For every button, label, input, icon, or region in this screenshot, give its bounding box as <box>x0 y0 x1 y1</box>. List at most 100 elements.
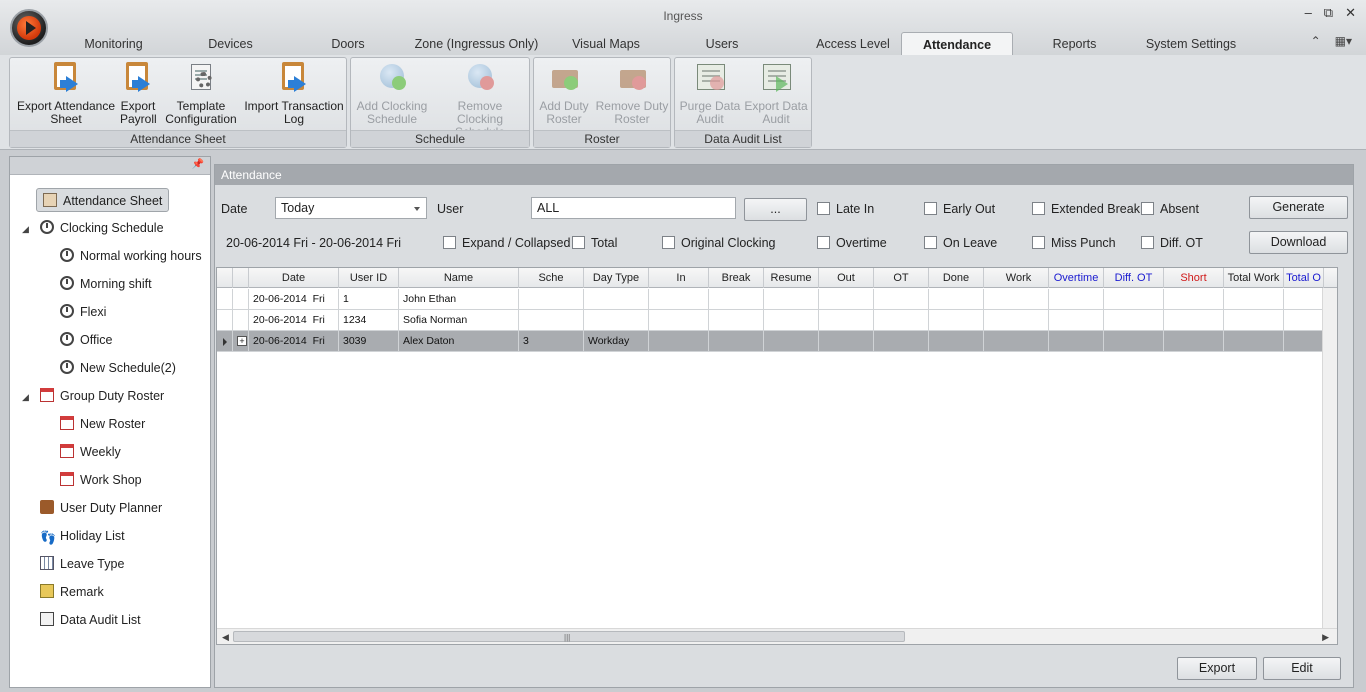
checkbox-box[interactable] <box>1032 202 1045 215</box>
remove-duty-roster-button[interactable]: Remove Duty Roster <box>595 62 669 126</box>
tree-item-remark[interactable]: Remark <box>40 580 104 604</box>
column-header-work[interactable]: Work <box>989 268 1049 288</box>
export-data-audit-button[interactable]: Export Data Audit <box>743 62 809 126</box>
checkbox-box[interactable] <box>817 202 830 215</box>
column-header-date[interactable]: Date <box>249 268 339 288</box>
vertical-scrollbar[interactable] <box>1322 288 1337 630</box>
checkbox-original-clocking[interactable]: Original Clocking <box>662 235 775 251</box>
download-button[interactable]: Download <box>1249 231 1348 254</box>
column-header-diff-ot[interactable]: Diff. OT <box>1104 268 1164 288</box>
tree-item-data-audit-list[interactable]: Data Audit List <box>40 608 141 632</box>
scroll-left-icon[interactable]: ◀ <box>222 632 229 643</box>
column-header-total-o[interactable]: Total O <box>1284 268 1324 288</box>
checkbox-miss-punch[interactable]: Miss Punch <box>1032 235 1116 251</box>
tree-item-attendance-sheet[interactable]: Attendance Sheet <box>36 188 170 212</box>
tree-item-normal-working-hours[interactable]: Normal working hours <box>60 244 202 268</box>
close-icon[interactable]: ✕ <box>1345 5 1356 21</box>
tree-item-label: Holiday List <box>60 529 125 543</box>
date-select[interactable]: Today <box>275 197 427 219</box>
tab-users[interactable]: Users <box>663 32 781 56</box>
checkbox-overtime[interactable]: Overtime <box>817 235 887 251</box>
column-header-day-type[interactable]: Day Type <box>584 268 649 288</box>
checkbox-box[interactable] <box>1141 236 1154 249</box>
add-clocking-schedule-button[interactable]: Add Clocking Schedule <box>354 62 430 126</box>
column-header-user-id[interactable]: User ID <box>339 268 399 288</box>
checkbox-late-in[interactable]: Late In <box>817 201 874 217</box>
checkbox-early-out[interactable]: Early Out <box>924 201 995 217</box>
expand-row-icon[interactable]: + <box>237 336 247 346</box>
cell-diff-ot <box>1104 310 1164 331</box>
column-header-total-work[interactable]: Total Work <box>1224 268 1284 288</box>
checkbox-absent[interactable]: Absent <box>1141 201 1199 217</box>
user-input[interactable]: ALL <box>531 197 736 219</box>
checkbox-box[interactable] <box>924 202 937 215</box>
tree-item-clocking-schedule[interactable]: Clocking Schedule <box>40 216 164 240</box>
tree-item-weekly[interactable]: Weekly <box>60 440 121 464</box>
import-transaction-log-button[interactable]: Import Transaction Log <box>242 62 346 126</box>
column-header-resume[interactable]: Resume <box>764 268 819 288</box>
export-attendance-sheet-button[interactable]: Export Attendance Sheet <box>16 62 116 126</box>
checkbox-box[interactable] <box>1032 236 1045 249</box>
tree-item-new-schedule-2[interactable]: New Schedule(2) <box>60 356 176 380</box>
column-header-sche[interactable]: Sche <box>519 268 584 288</box>
tree-item-office[interactable]: Office <box>60 328 112 352</box>
checkbox-on-leave[interactable]: On Leave <box>924 235 997 251</box>
table-row[interactable]: 20-06-2014 Fri 1234 Sofia Norman <box>217 310 1337 331</box>
horizontal-scrollbar[interactable]: ◀ ||| ▶ <box>217 628 1337 644</box>
table-row[interactable]: 20-06-2014 Fri 1 John Ethan <box>217 289 1337 310</box>
browse-user-button[interactable]: ... <box>744 198 807 221</box>
tab-reports[interactable]: Reports <box>1017 32 1132 56</box>
column-header-overtime[interactable]: Overtime <box>1049 268 1104 288</box>
scroll-right-icon[interactable]: ▶ <box>1322 632 1329 643</box>
tree-item-morning-shift[interactable]: Morning shift <box>60 272 152 296</box>
tree-item-leave-type[interactable]: Leave Type <box>40 552 124 576</box>
tree-item-group-duty-roster[interactable]: Group Duty Roster <box>40 384 164 408</box>
tree-item-work-shop[interactable]: Work Shop <box>60 468 142 492</box>
template-configuration-button[interactable]: Template Configuration <box>164 62 238 126</box>
minimize-icon[interactable]: – <box>1305 5 1312 21</box>
checkbox-box[interactable] <box>1141 202 1154 215</box>
tree-item-new-roster[interactable]: New Roster <box>60 412 145 436</box>
expand-toggle-icon[interactable]: ◢ <box>22 392 29 403</box>
layout-options-icon[interactable]: ▦▾ <box>1335 34 1352 48</box>
column-header-out[interactable]: Out <box>819 268 874 288</box>
tab-visual-maps[interactable]: Visual Maps <box>552 32 660 56</box>
checkbox-box[interactable] <box>924 236 937 249</box>
table-row[interactable]: +20-06-2014 Fri 3039 Alex Daton 3 Workday <box>217 331 1337 352</box>
checkbox-extended-break[interactable]: Extended Break <box>1032 201 1140 217</box>
checkbox-box[interactable] <box>572 236 585 249</box>
tab-doors[interactable]: Doors <box>291 32 405 56</box>
checkbox-total[interactable]: Total <box>572 235 617 251</box>
checkbox-box[interactable] <box>817 236 830 249</box>
column-header-break[interactable]: Break <box>709 268 764 288</box>
tab-attendance[interactable]: Attendance <box>901 32 1013 57</box>
checkbox-expand-collapsed[interactable]: Expand / Collapsed <box>443 235 570 251</box>
remove-clocking-schedule-button[interactable]: Remove ClockingSchedule <box>433 62 527 139</box>
tree-item-user-duty-planner[interactable]: User Duty Planner <box>40 496 162 520</box>
tab-monitoring[interactable]: Monitoring <box>60 32 167 56</box>
scroll-thumb[interactable]: ||| <box>233 631 905 642</box>
tree-item-flexi[interactable]: Flexi <box>60 300 106 324</box>
tab-system-settings[interactable]: System Settings <box>1133 32 1249 56</box>
restore-icon[interactable]: ⧉ <box>1324 5 1333 21</box>
tab-zone-ingressus-only[interactable]: Zone (Ingressus Only) <box>405 32 548 56</box>
tree-item-holiday-list[interactable]: 👣 Holiday List <box>40 524 125 548</box>
checkbox-diff-ot[interactable]: Diff. OT <box>1141 235 1203 251</box>
edit-button[interactable]: Edit <box>1263 657 1341 680</box>
purge-data-audit-button[interactable]: Purge Data Audit <box>678 62 742 126</box>
column-header-done[interactable]: Done <box>929 268 984 288</box>
column-header-in[interactable]: In <box>654 268 709 288</box>
generate-button[interactable]: Generate <box>1249 196 1348 219</box>
export-payroll-button[interactable]: Export Payroll <box>120 62 157 126</box>
checkbox-box[interactable] <box>662 236 675 249</box>
add-duty-roster-button[interactable]: Add Duty Roster <box>537 62 591 126</box>
expand-toggle-icon[interactable]: ◢ <box>22 224 29 235</box>
export-button[interactable]: Export <box>1177 657 1257 680</box>
checkbox-box[interactable] <box>443 236 456 249</box>
collapse-ribbon-icon[interactable]: ⌃ <box>1311 34 1321 48</box>
tab-devices[interactable]: Devices <box>172 32 289 56</box>
column-header-short[interactable]: Short <box>1164 268 1224 288</box>
column-header-ot[interactable]: OT <box>874 268 929 288</box>
column-header-name[interactable]: Name <box>399 268 519 288</box>
pin-icon[interactable]: 📌 <box>192 159 204 170</box>
